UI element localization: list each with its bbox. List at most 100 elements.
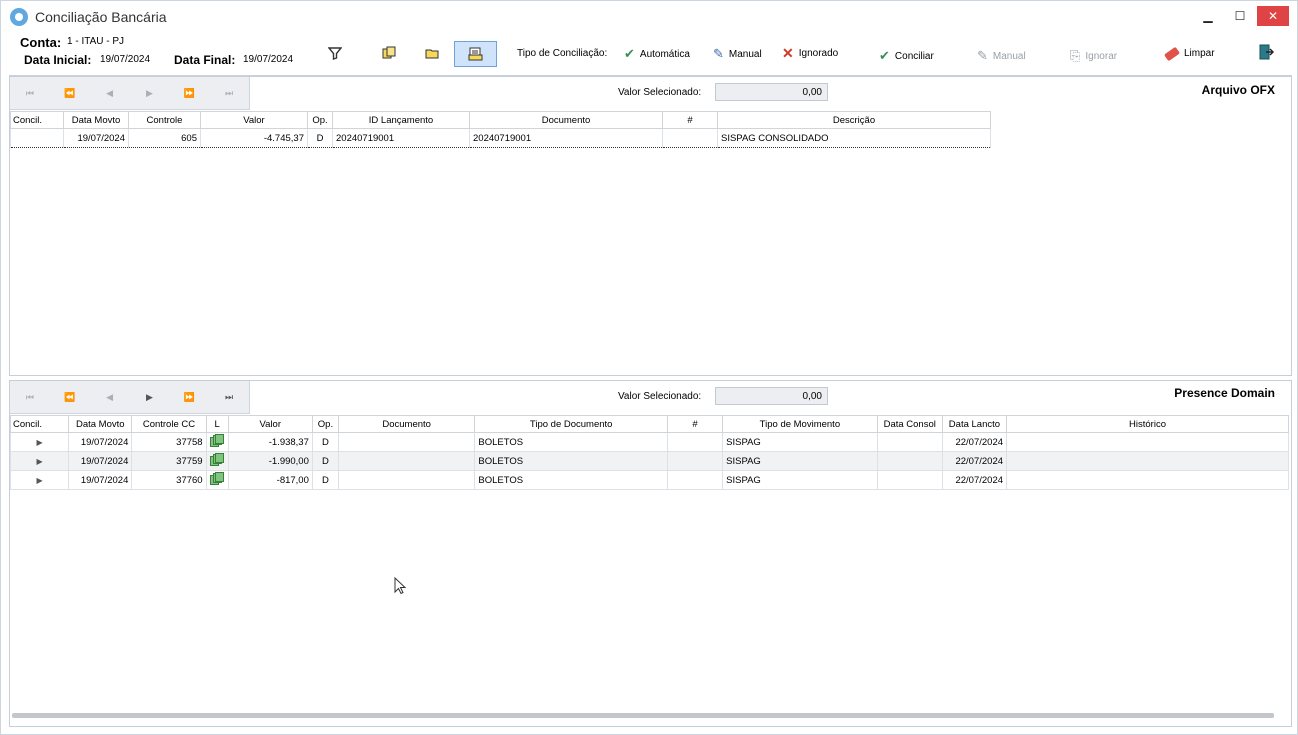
folder-icon[interactable]: [424, 45, 440, 61]
cell-data-lancto: 22/07/2024: [941, 470, 1008, 490]
cell-data-consol: [876, 451, 943, 471]
prev-page-button[interactable]: ⏪: [50, 88, 90, 99]
conta-value[interactable]: 1 - ITAU - PJ: [67, 36, 124, 47]
row-indicator-icon: ▶: [36, 437, 43, 447]
conciliar-button[interactable]: ✔ Conciliar: [879, 48, 934, 64]
cell-l: [205, 470, 229, 490]
tipo-manual-option[interactable]: ✎ Manual: [713, 46, 762, 62]
window-controls: ▁ ☐ ✕: [1191, 6, 1289, 26]
tipo-automatica-label: Automática: [639, 48, 690, 60]
col-op[interactable]: Op.: [311, 415, 339, 433]
data-inicial-field[interactable]: 19/07/2024: [100, 54, 150, 65]
cell-op: D: [311, 432, 339, 452]
cell-documento: [337, 451, 476, 471]
filter-icon[interactable]: [327, 45, 343, 61]
col-concil[interactable]: Concil.: [9, 415, 70, 433]
col-hash[interactable]: #: [666, 415, 724, 433]
horizontal-scrollbar[interactable]: [12, 713, 1274, 718]
x-icon: ✕: [782, 45, 794, 61]
cell-controle-cc: 37759: [131, 451, 207, 471]
cell-documento: [337, 432, 476, 452]
first-record-button[interactable]: ⏮: [10, 392, 50, 403]
ofx-valor-selecionado-field: 0,00: [715, 83, 828, 101]
col-valor[interactable]: Valor: [200, 111, 308, 129]
copy-icon[interactable]: [381, 45, 397, 61]
col-l[interactable]: L: [205, 415, 229, 433]
exit-icon[interactable]: [1257, 43, 1275, 61]
ofx-valor-selecionado-label: Valor Selecionado:: [618, 87, 702, 98]
row-indicator-icon: ▶: [36, 456, 43, 466]
col-concil[interactable]: Concil.: [10, 111, 64, 129]
cell-controle-cc: 37760: [131, 470, 207, 490]
report-icon: [468, 47, 482, 61]
close-button[interactable]: ✕: [1257, 6, 1289, 26]
next-page-button[interactable]: ⏩: [169, 392, 209, 403]
cell-data-movto: 19/07/2024: [68, 451, 133, 471]
next-record-button[interactable]: ▶: [129, 392, 169, 403]
table-row[interactable]: 19/07/2024 605 -4.745,37 D 20240719001 2…: [10, 128, 991, 148]
cell-valor: -1.990,00: [227, 451, 313, 471]
col-historico[interactable]: Histórico: [1006, 415, 1289, 433]
col-data-movto[interactable]: Data Movto: [68, 415, 133, 433]
col-tipo-movimento[interactable]: Tipo de Movimento: [722, 415, 878, 433]
maximize-button[interactable]: ☐: [1225, 6, 1255, 26]
cell-tipo-movimento: SISPAG: [722, 451, 878, 471]
stack-docs-icon[interactable]: [210, 433, 225, 448]
ofx-header-row: Concil. Data Movto Controle Valor Op. ID…: [10, 111, 991, 129]
report-button[interactable]: [454, 41, 497, 67]
ignorar-button[interactable]: ⎘ Ignorar: [1070, 48, 1117, 64]
col-data-lancto[interactable]: Data Lancto: [941, 415, 1008, 433]
col-controle-cc[interactable]: Controle CC: [131, 415, 207, 433]
prev-page-button[interactable]: ⏪: [50, 392, 90, 403]
data-final-field[interactable]: 19/07/2024: [243, 54, 293, 65]
last-record-button[interactable]: ⏭: [209, 392, 249, 403]
toolbar: Conta: 1 - ITAU - PJ Data Inicial: 19/07…: [9, 32, 1292, 76]
first-record-button[interactable]: ⏮: [10, 88, 50, 99]
tipo-automatica-option[interactable]: ✔ Automática: [624, 46, 690, 62]
cell-tipo-documento: BOLETOS: [474, 451, 668, 471]
cell-hash: [666, 451, 724, 471]
cell-l: [205, 432, 229, 452]
conciliar-label: Conciliar: [894, 50, 934, 62]
col-data-movto[interactable]: Data Movto: [63, 111, 129, 129]
next-page-button[interactable]: ⏩: [169, 88, 209, 99]
cell-hash: [662, 128, 718, 148]
col-descricao[interactable]: Descrição: [717, 111, 991, 129]
cell-op: D: [307, 128, 333, 148]
domain-panel-title: Presence Domain: [1174, 386, 1275, 400]
cell-concil: ▶: [9, 470, 70, 490]
minimize-button[interactable]: ▁: [1193, 6, 1223, 26]
check-icon: ✔: [879, 48, 890, 63]
stack-docs-icon[interactable]: [210, 452, 225, 467]
cell-data-movto: 19/07/2024: [68, 470, 133, 490]
app-logo-icon: [10, 7, 28, 26]
col-tipo-documento[interactable]: Tipo de Documento: [474, 415, 668, 433]
table-row[interactable]: ▶ 19/07/2024 37758 -1.938,37 D BOLETOS SISPAG 2…: [9, 432, 1289, 452]
prev-record-button[interactable]: ◀: [90, 392, 130, 403]
col-documento[interactable]: Documento: [469, 111, 663, 129]
col-controle[interactable]: Controle: [128, 111, 201, 129]
col-hash[interactable]: #: [662, 111, 718, 129]
col-valor[interactable]: Valor: [227, 415, 313, 433]
tipo-ignorado-option[interactable]: ✕ Ignorado: [782, 45, 838, 62]
next-record-button[interactable]: ▶: [129, 88, 169, 99]
domain-header-row: Concil. Data Movto Controle CC L Valor O…: [9, 415, 1289, 433]
ofx-navigator: ⏮ ⏪ ◀ ▶ ⏩ ⏭: [10, 77, 250, 110]
title-bar: Conciliação Bancária ▁ ☐ ✕: [1, 1, 1297, 32]
cell-controle-cc: 37758: [131, 432, 207, 452]
col-id-lancamento[interactable]: ID Lançamento: [332, 111, 470, 129]
col-op[interactable]: Op.: [307, 111, 333, 129]
manual-label: Manual: [992, 50, 1026, 62]
row-indicator-icon: ▶: [36, 475, 43, 485]
cell-data-consol: [876, 470, 943, 490]
col-data-consol[interactable]: Data Consol: [876, 415, 943, 433]
domain-valor-selecionado-field: 0,00: [715, 387, 828, 405]
last-record-button[interactable]: ⏭: [209, 88, 249, 99]
limpar-button[interactable]: Limpar: [1163, 46, 1215, 61]
table-row[interactable]: ▶ 19/07/2024 37759 -1.990,00 D BOLETOS SISPAG 2…: [9, 451, 1289, 471]
table-row[interactable]: ▶ 19/07/2024 37760 -817,00 D BOLETOS SISPAG 22/…: [9, 470, 1289, 490]
col-documento[interactable]: Documento: [337, 415, 476, 433]
stack-docs-icon[interactable]: [210, 471, 225, 486]
manual-button[interactable]: ✎ Manual: [977, 48, 1026, 64]
prev-record-button[interactable]: ◀: [90, 88, 130, 99]
